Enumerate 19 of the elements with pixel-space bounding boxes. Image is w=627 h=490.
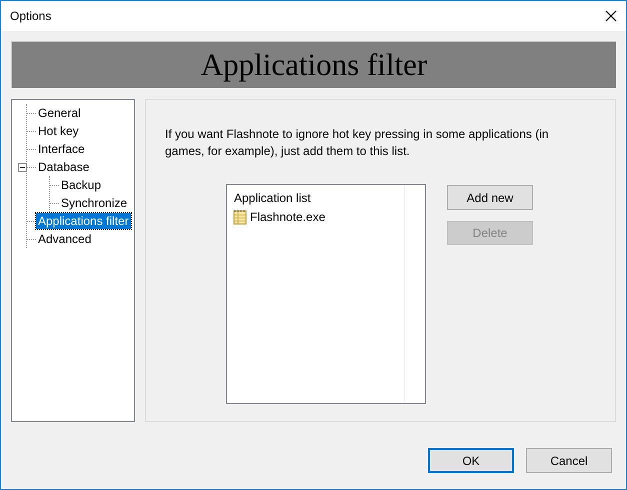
tree-item[interactable]: Database — [36, 159, 92, 175]
description-text: If you want Flashnote to ignore hot key pressing in some applications (in games, for example), just add them to this list. — [165, 126, 550, 160]
tree-item[interactable]: Synchronize — [59, 195, 130, 211]
add-button[interactable]: Add new — [447, 185, 533, 210]
tree-item[interactable]: General — [36, 105, 83, 121]
tree-item[interactable]: Advanced — [36, 231, 94, 247]
tree-item[interactable]: Backup — [59, 177, 104, 193]
close-icon[interactable] — [605, 10, 617, 22]
tree-item[interactable]: Interface — [36, 141, 87, 157]
collapse-icon[interactable] — [18, 163, 27, 172]
ok-button[interactable]: OK — [428, 448, 514, 473]
cancel-button[interactable]: Cancel — [526, 448, 612, 473]
window-title: Options — [10, 9, 52, 23]
list-header: Application list — [234, 191, 312, 205]
list-item[interactable]: Flashnote.exe — [250, 210, 326, 224]
notepad-icon — [233, 209, 247, 225]
tree-item[interactable]: Applications filter — [36, 213, 131, 229]
tree-item[interactable]: Hot key — [36, 123, 81, 139]
page-header: Applications filter — [11, 41, 616, 88]
